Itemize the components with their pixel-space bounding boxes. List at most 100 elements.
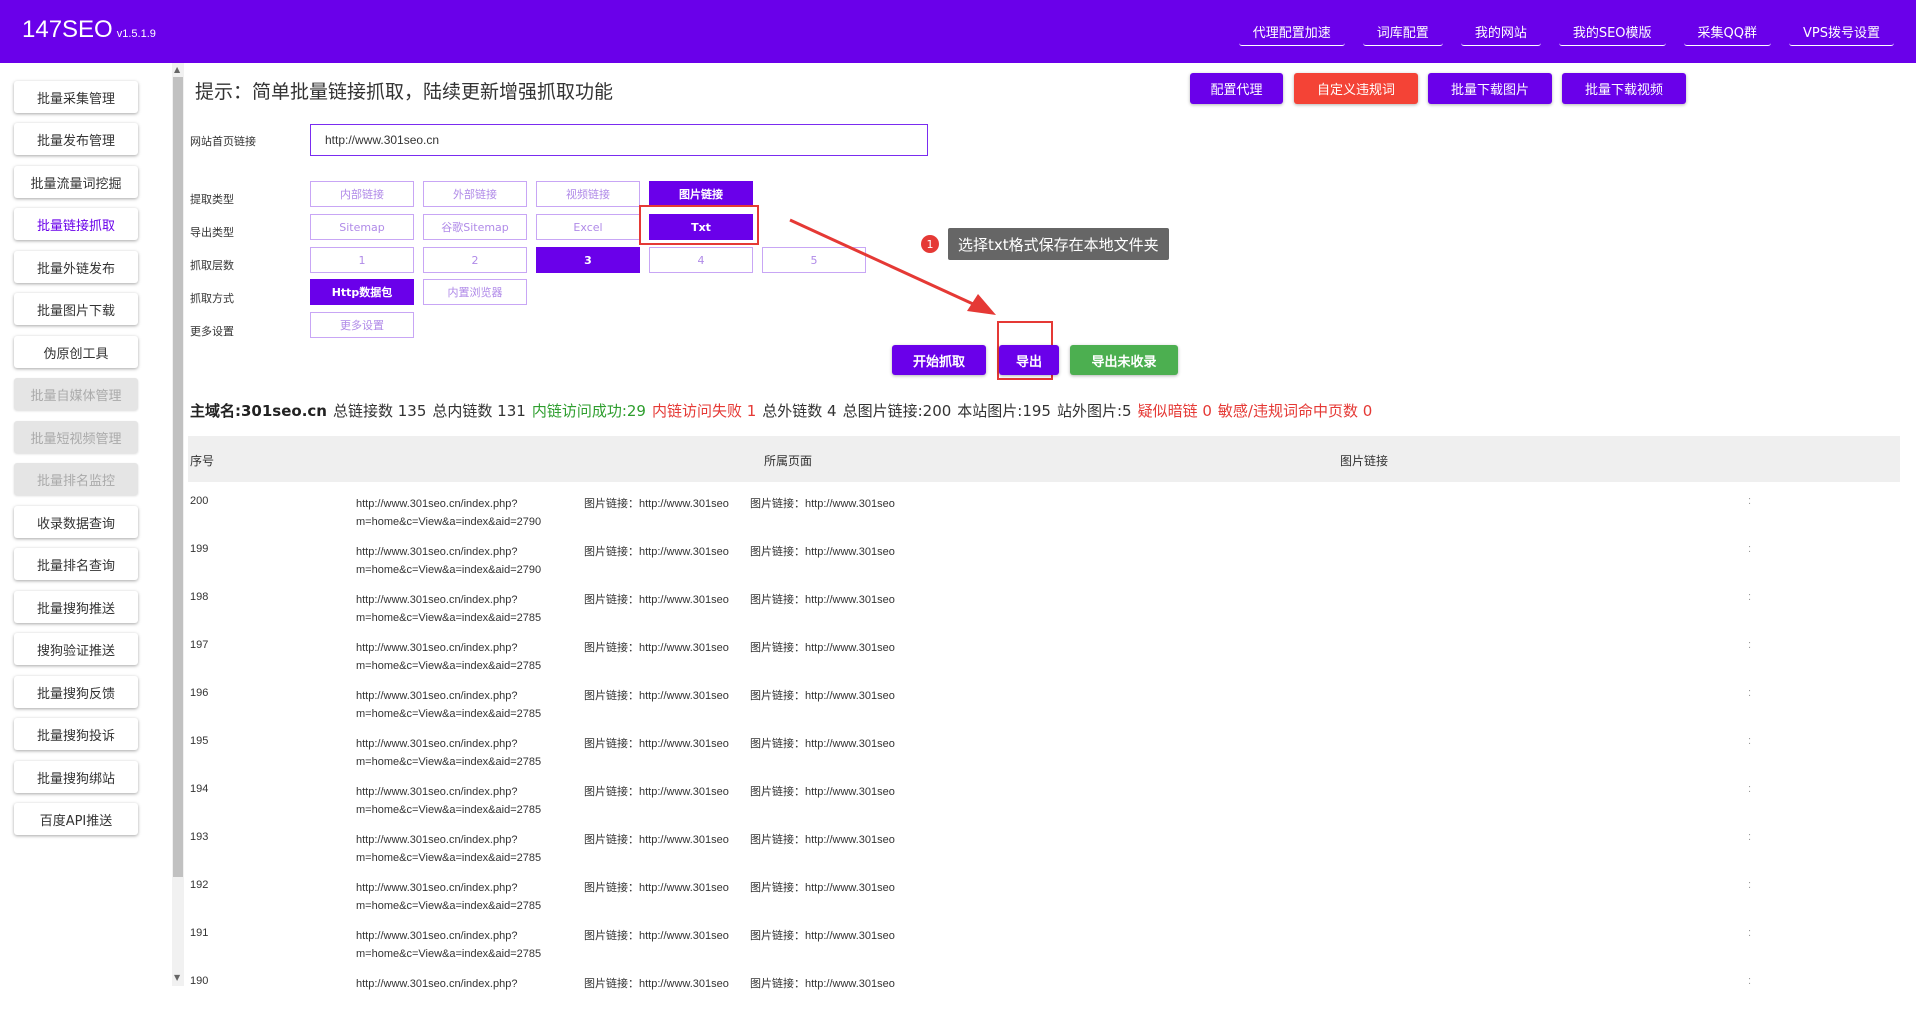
sidebar-item[interactable]: 搜狗验证推送 xyxy=(14,633,138,665)
top-bar: 147SEO v1.5.1.9 代理配置加速 词库配置 我的网站 我的SEO模版 采集QQ… xyxy=(0,0,1916,63)
topnav-item[interactable]: VPS拨号设置 xyxy=(1789,18,1894,46)
app-version: v1.5.1.9 xyxy=(116,28,156,40)
row-colon: : xyxy=(1748,591,1752,603)
action-button[interactable]: 导出 xyxy=(999,345,1059,375)
row-number: 190 xyxy=(190,975,209,987)
row-img-link[interactable]: 图片链接：http://www.301seo xyxy=(584,687,738,703)
topnav-item[interactable]: 代理配置加速 xyxy=(1238,18,1345,46)
row-page[interactable]: http://www.301seo.cn/index.php? xyxy=(356,975,546,993)
row-img-link[interactable]: 图片链接：http://www.301seo xyxy=(584,543,738,559)
row-page[interactable]: http://www.301seo.cn/index.php? m=home&c=… xyxy=(356,687,546,723)
row-page-line2: m=home&c=View&a=index&aid=2785 xyxy=(356,612,542,624)
sidebar-item[interactable]: 批量链接抓取 xyxy=(14,208,138,240)
scrollbar-thumb[interactable] xyxy=(173,77,183,877)
stat-item: 疑似暗链 0 xyxy=(1137,402,1212,420)
sidebar-item[interactable]: 批量搜狗反馈 xyxy=(14,676,138,708)
row-img-link[interactable]: 图片链接：http://www.301seo xyxy=(750,975,904,991)
row-img-link[interactable]: 图片链接：http://www.301seo xyxy=(750,831,904,847)
row-number: 198 xyxy=(190,591,209,603)
row-page[interactable]: http://www.301seo.cn/index.php? m=home&c=… xyxy=(356,927,546,963)
row-img-link[interactable]: 图片链接：http://www.301seo xyxy=(750,591,904,607)
row-img-link[interactable]: 图片链接：http://www.301seo xyxy=(584,495,738,511)
row-img-link[interactable]: 图片链接：http://www.301seo xyxy=(584,927,738,943)
sidebar-item[interactable]: 批量排名查询 xyxy=(14,548,138,580)
row-colon: : xyxy=(1748,735,1752,747)
row-img-link[interactable]: 图片链接：http://www.301seo xyxy=(750,543,904,559)
row-number: 199 xyxy=(190,543,209,555)
sidebar-item[interactable]: 批量采集管理 xyxy=(14,81,138,113)
row-page[interactable]: http://www.301seo.cn/index.php? m=home&c=… xyxy=(356,831,546,867)
sidebar-item: 批量排名监控 xyxy=(14,463,138,495)
row-page[interactable]: http://www.301seo.cn/index.php? m=home&c=… xyxy=(356,591,546,627)
row-img-link[interactable]: 图片链接：http://www.301seo xyxy=(750,639,904,655)
sidebar-item[interactable]: 批量搜狗绑站 xyxy=(14,761,138,793)
stat-item: 本站图片:195 xyxy=(957,402,1051,420)
row-colon: : xyxy=(1748,783,1752,795)
row-number: 194 xyxy=(190,783,209,795)
row-img-link[interactable]: 图片链接：http://www.301seo xyxy=(584,735,738,751)
stat-item: 总链接数 135 xyxy=(333,402,427,420)
sidebar-item: 批量短视频管理 xyxy=(14,421,138,453)
table-row: 199 http://www.301seo.cn/index.php? m=home… xyxy=(188,530,1900,578)
row-img-link[interactable]: 图片链接：http://www.301seo xyxy=(750,927,904,943)
row-page[interactable]: http://www.301seo.cn/index.php? m=home&c=… xyxy=(356,879,546,915)
topnav-item[interactable]: 我的网站 xyxy=(1460,18,1541,46)
row-img-link[interactable]: 图片链接：http://www.301seo xyxy=(584,879,738,895)
sidebar-item[interactable]: 百度API推送 xyxy=(14,803,138,835)
row-img-link[interactable]: 图片链接：http://www.301seo xyxy=(750,879,904,895)
row-page[interactable]: http://www.301seo.cn/index.php? m=home&c=… xyxy=(356,639,546,675)
row-img-link[interactable]: 图片链接：http://www.301seo xyxy=(584,639,738,655)
row-img-link[interactable]: 图片链接：http://www.301seo xyxy=(584,591,738,607)
top-nav: 代理配置加速 词库配置 我的网站 我的SEO模版 采集QQ群 VPS拨号设置 xyxy=(1238,18,1894,46)
table-row: 193 http://www.301seo.cn/index.php? m=home… xyxy=(188,818,1900,866)
row-page-line1: http://www.301seo.cn/index.php? xyxy=(356,930,518,942)
scroll-down-icon[interactable]: ▼ xyxy=(174,973,180,982)
action-button[interactable]: 开始抓取 xyxy=(892,345,986,375)
row-colon: : xyxy=(1748,831,1752,843)
row-img-link[interactable]: 图片链接：http://www.301seo xyxy=(584,975,738,991)
sidebar-scrollbar[interactable]: ▲ ▼ xyxy=(172,63,184,986)
row-page[interactable]: http://www.301seo.cn/index.php? m=home&c=… xyxy=(356,495,546,531)
sidebar-item[interactable]: 收录数据查询 xyxy=(14,506,138,538)
row-img-link[interactable]: 图片链接：http://www.301seo xyxy=(584,783,738,799)
row-img-link[interactable]: 图片链接：http://www.301seo xyxy=(584,831,738,847)
row-page[interactable]: http://www.301seo.cn/index.php? m=home&c=… xyxy=(356,543,546,579)
stat-item: 总外链数 4 xyxy=(762,402,837,420)
action-button[interactable]: 导出未收录 xyxy=(1070,345,1178,375)
header-page: 所属页面 xyxy=(764,454,813,468)
topnav-item[interactable]: 词库配置 xyxy=(1362,18,1443,46)
row-page-line2: m=home&c=View&a=index&aid=2785 xyxy=(356,756,542,768)
sidebar-item[interactable]: 伪原创工具 xyxy=(14,336,138,368)
row-img-link[interactable]: 图片链接：http://www.301seo xyxy=(750,735,904,751)
callout-number: 1 xyxy=(921,235,939,253)
row-page-line1: http://www.301seo.cn/index.php? xyxy=(356,786,518,798)
table-row: 190 http://www.301seo.cn/index.php? 图片链接：h… xyxy=(188,962,1900,1010)
sidebar-item[interactable]: 批量外链发布 xyxy=(14,251,138,283)
row-img-link[interactable]: 图片链接：http://www.301seo xyxy=(750,783,904,799)
scroll-up-icon[interactable]: ▲ xyxy=(174,65,180,74)
stat-item: 敏感/违规词命中页数 0 xyxy=(1217,402,1373,420)
row-number: 192 xyxy=(190,879,209,891)
row-page[interactable]: http://www.301seo.cn/index.php? m=home&c=… xyxy=(356,783,546,819)
sidebar-item[interactable]: 批量图片下载 xyxy=(14,293,138,325)
row-page-line1: http://www.301seo.cn/index.php? xyxy=(356,882,518,894)
sidebar-item[interactable]: 批量发布管理 xyxy=(14,123,138,155)
row-colon: : xyxy=(1748,927,1752,939)
row-number: 191 xyxy=(190,927,209,939)
topnav-item[interactable]: 我的SEO模版 xyxy=(1558,18,1666,46)
row-page-line2: m=home&c=View&a=index&aid=2785 xyxy=(356,852,542,864)
sidebar-item[interactable]: 批量搜狗投诉 xyxy=(14,718,138,750)
row-page[interactable]: http://www.301seo.cn/index.php? m=home&c=… xyxy=(356,735,546,771)
sidebar-item[interactable]: 批量搜狗推送 xyxy=(14,591,138,623)
stats-line: 主域名:301seo.cn 总链接数 135 总内链数 131 内链访问成功:29 内链… xyxy=(190,400,1378,421)
stat-item: 内链访问成功:29 xyxy=(531,402,646,420)
row-number: 200 xyxy=(190,495,209,507)
table-header: 序号 所属页面 图片链接 xyxy=(188,436,1900,482)
row-page-line1: http://www.301seo.cn/index.php? xyxy=(356,642,518,654)
row-page-line2: m=home&c=View&a=index&aid=2790 xyxy=(356,516,542,528)
sidebar-item[interactable]: 批量流量词挖掘 xyxy=(14,166,138,198)
row-colon: : xyxy=(1748,495,1752,507)
row-img-link[interactable]: 图片链接：http://www.301seo xyxy=(750,687,904,703)
row-img-link[interactable]: 图片链接：http://www.301seo xyxy=(750,495,904,511)
topnav-item[interactable]: 采集QQ群 xyxy=(1683,18,1771,46)
